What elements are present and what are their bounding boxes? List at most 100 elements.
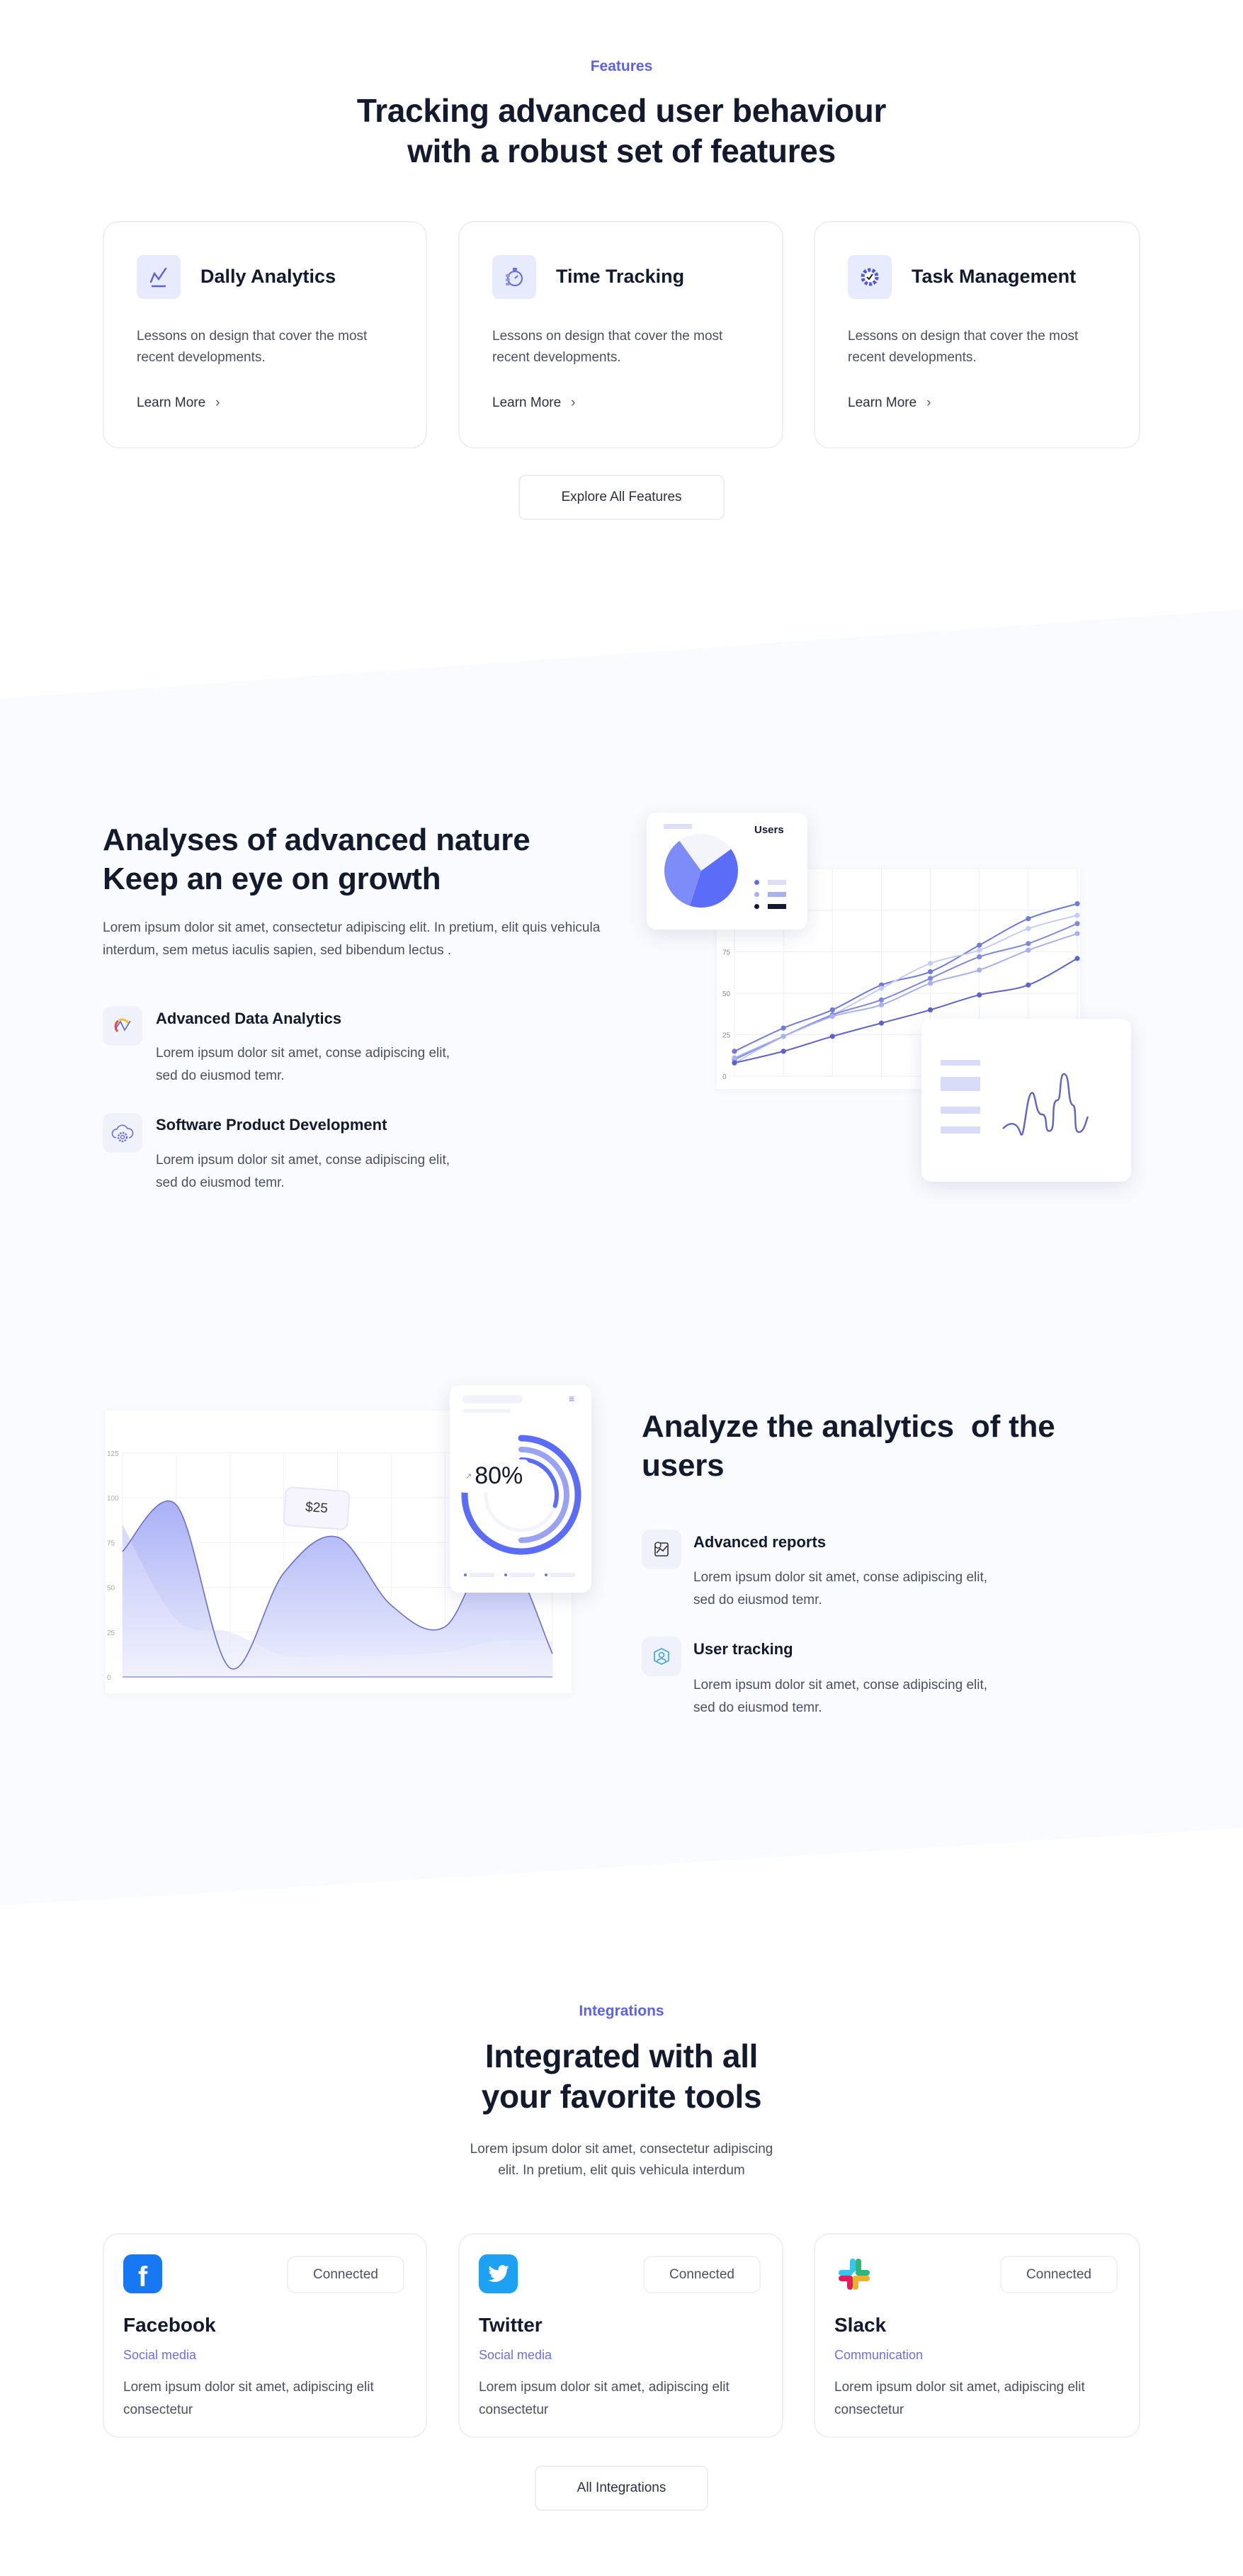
analytics-section-background (0, 609, 1243, 1906)
learn-more-link[interactable]: Learn More › (492, 395, 576, 411)
title-line: Analyses of advanced nature (103, 823, 530, 857)
link-label: Learn More (848, 395, 917, 410)
data-point (1026, 947, 1031, 953)
title-line: Integrated with all (484, 2038, 759, 2074)
learn-more-link[interactable]: Learn More › (848, 395, 931, 411)
data-point (781, 1034, 786, 1039)
placeholder-bar (941, 1126, 980, 1134)
integration-desc: Lorem ipsum dolor sit amet, adipiscing e… (123, 2380, 374, 2417)
y-tick-label: 75 (107, 1540, 115, 1547)
feature-title: Task Management (912, 266, 1077, 287)
item-desc: Lorem ipsum dolor sit amet, conse adipis… (693, 1678, 988, 1715)
data-point (1026, 916, 1031, 922)
slack-icon (834, 2254, 873, 2293)
integration-desc: Lorem ipsum dolor sit amet, adipiscing e… (479, 2380, 730, 2417)
feature-desc: Lessons on design that cover the most re… (137, 329, 368, 365)
data-point (977, 942, 982, 948)
legend-dot (754, 880, 759, 885)
stopwatch-icon (492, 255, 536, 299)
data-point (977, 992, 982, 998)
y-tick-label: 50 (722, 990, 731, 998)
y-tick-label: 125 (107, 1450, 119, 1458)
y-tick-label: 25 (107, 1629, 115, 1637)
cloud-gear-icon (103, 1113, 142, 1153)
title-line: Tracking advanced user behaviour (356, 92, 887, 129)
placeholder-bar (462, 1409, 511, 1413)
y-tick-label: 50 (107, 1585, 115, 1593)
connected-button[interactable]: Connected (287, 2256, 404, 2293)
y-tick-label: 0 (107, 1674, 111, 1682)
features-eyebrow: Features (590, 58, 653, 74)
twitter-icon (479, 2254, 518, 2293)
data-point (1026, 982, 1031, 988)
title-line: your favorite tools (481, 2078, 762, 2115)
feature-title: Dally Analytics (200, 266, 336, 287)
data-point (829, 1034, 835, 1039)
data-point (781, 1049, 786, 1054)
analyze-title: Analyze the analytics of the users (642, 1407, 1055, 1485)
item-desc: Lorem ipsum dolor sit amet, conse adipis… (693, 1570, 988, 1608)
data-point (1074, 956, 1080, 961)
data-point (1074, 901, 1080, 907)
data-point (829, 1007, 835, 1012)
placeholder-bar (462, 1395, 523, 1403)
placeholder-bar (941, 1107, 980, 1114)
item-title: Advanced reports (693, 1533, 827, 1551)
chevron-right-icon: › (926, 395, 931, 410)
value-tooltip: $25 (283, 1486, 351, 1531)
legend-bar (768, 904, 786, 909)
data-point (878, 1020, 885, 1026)
integration-name: Facebook (123, 2314, 216, 2336)
filter-icon[interactable]: ≡ (569, 1394, 579, 1403)
integration-category: Social media (479, 2348, 552, 2362)
feature-title: Time Tracking (556, 266, 685, 287)
title-line: Keep an eye on growth (103, 862, 441, 896)
y-tick-label: 25 (722, 1032, 731, 1040)
progress-legend (464, 1573, 575, 1577)
data-point (878, 1002, 885, 1007)
title-line: Analyze the analytics of the (642, 1409, 1055, 1444)
progress-ring (461, 1435, 581, 1555)
integration-desc: Lorem ipsum dolor sit amet, adipiscing e… (834, 2380, 1085, 2417)
pie-chart (664, 834, 738, 908)
integrations-title: Integrated with all your favorite tools (0, 2036, 1243, 2117)
data-point (878, 985, 885, 991)
data-point (781, 1025, 786, 1031)
integration-name: Slack (834, 2314, 887, 2336)
feature-card-time-tracking: Time Tracking Lessons on design that cov… (458, 221, 783, 448)
data-point (732, 1049, 737, 1054)
data-point (977, 967, 982, 973)
feature-card-task-management: Task Management Lessons on design that c… (814, 221, 1140, 448)
all-integrations-button[interactable]: All Integrations (535, 2465, 708, 2511)
placeholder-bar (664, 824, 692, 829)
integration-card-slack: Connected Slack Communication Lorem ipsu… (814, 2233, 1140, 2438)
data-point (732, 1055, 737, 1061)
gear-check-icon (848, 255, 892, 299)
features-title: Tracking advanced user behaviour with a … (0, 91, 1243, 171)
learn-more-link[interactable]: Learn More › (137, 395, 220, 411)
legend-dot (754, 904, 759, 909)
integration-card-facebook: f Connected Facebook Social media Lorem … (103, 2233, 427, 2438)
data-point (1026, 926, 1031, 932)
connected-button[interactable]: Connected (643, 2256, 761, 2293)
wave-sparkline (1002, 1073, 1089, 1136)
integrations-eyebrow: Integrations (579, 2003, 664, 2019)
progress-value: ↗ 80% (460, 1459, 529, 1493)
analytics-icon (103, 1006, 142, 1046)
y-tick-label: 100 (107, 1495, 119, 1503)
data-point (1074, 913, 1080, 918)
explore-all-features-button[interactable]: Explore All Features (518, 475, 725, 520)
connected-button[interactable]: Connected (1000, 2256, 1118, 2293)
legend-bar (768, 880, 786, 885)
paragraph-line: Lorem ipsum dolor sit amet, consectetur … (470, 2142, 773, 2157)
chart-line-icon (137, 255, 181, 299)
placeholder-bar (941, 1060, 980, 1066)
feature-desc: Lessons on design that cover the most re… (848, 329, 1079, 365)
placeholder-bar (941, 1077, 980, 1091)
data-point (927, 968, 933, 975)
trend-icon: ↗ (465, 1472, 472, 1481)
chevron-right-icon: › (571, 395, 576, 410)
user-tracking-icon (642, 1637, 681, 1676)
paragraph-line: elit. In pretium, elit quis vehicula int… (498, 2163, 745, 2178)
data-point (977, 947, 982, 953)
